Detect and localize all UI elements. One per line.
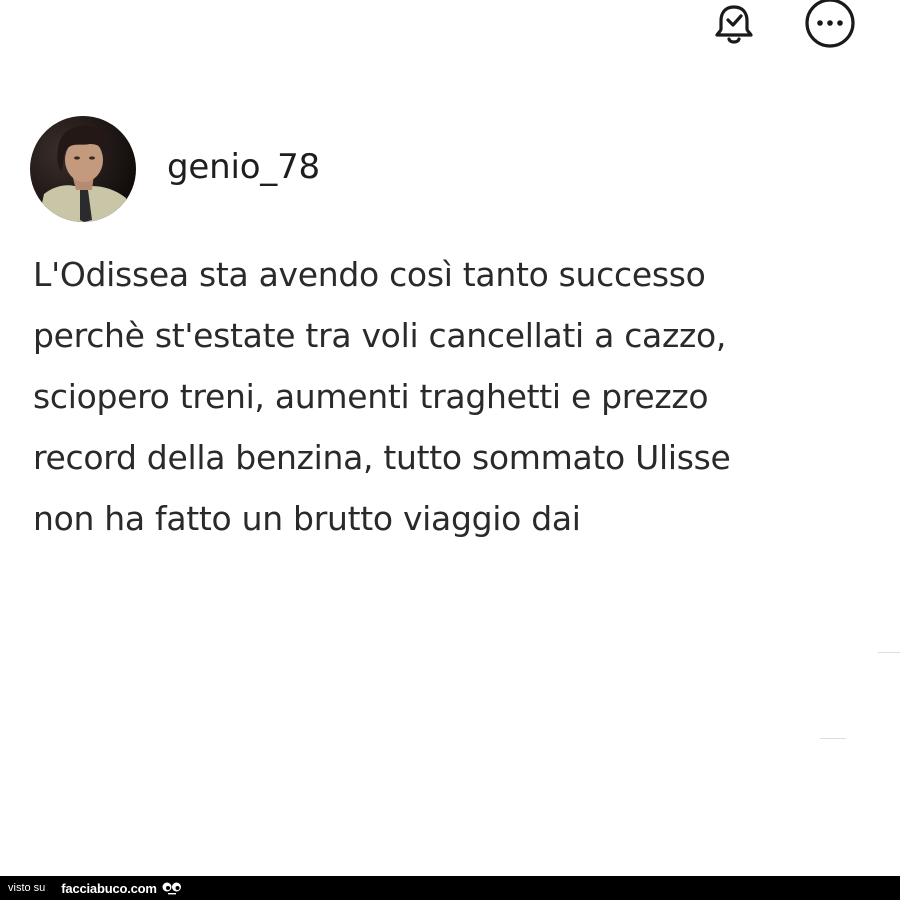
avatar[interactable]	[30, 116, 136, 222]
watermark-prefix: visto su	[8, 882, 46, 894]
divider	[820, 738, 846, 739]
avatar-image	[30, 116, 136, 222]
watermark-site[interactable]: facciabuco.com	[61, 881, 157, 896]
watermark-bar: visto su facciabuco.com	[0, 876, 900, 900]
divider	[878, 652, 900, 653]
post-text: L'Odissea sta avendo così tanto successo…	[33, 255, 731, 538]
eyes-logo-icon	[162, 881, 182, 895]
username[interactable]: genio_78	[167, 147, 320, 187]
post-header: genio_78	[30, 114, 320, 224]
more-options-icon	[805, 0, 855, 48]
more-options-button[interactable]	[802, 0, 858, 50]
bell-check-button[interactable]	[706, 0, 762, 50]
bell-check-icon	[715, 5, 753, 44]
